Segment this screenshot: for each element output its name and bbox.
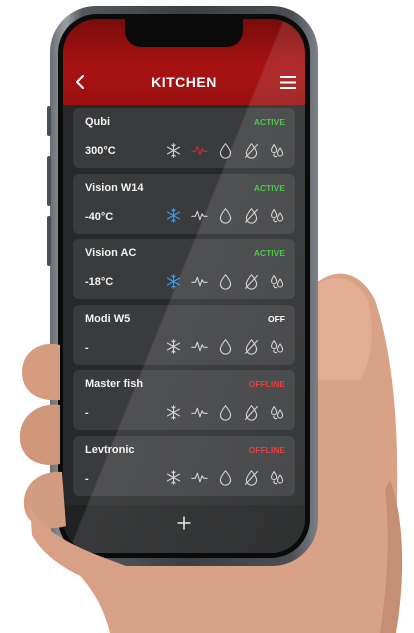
device-name: Levtronic xyxy=(85,443,135,456)
drop-off-icon[interactable] xyxy=(241,402,261,422)
device-list: Qubi ACTIVE 300°C Vision W14 ACTIVE -40°… xyxy=(73,108,295,501)
dry-icon[interactable] xyxy=(267,337,287,357)
volume-up-button xyxy=(47,156,51,206)
device-card-3[interactable]: Modi W5 OFF - xyxy=(73,304,295,365)
mute-switch xyxy=(47,106,51,136)
device-mode-icons xyxy=(163,468,293,488)
dry-icon[interactable] xyxy=(267,140,287,160)
drop-off-icon[interactable] xyxy=(241,468,261,488)
device-mode-icons xyxy=(163,140,293,160)
device-mode-icons xyxy=(163,271,293,291)
add-device-button[interactable] xyxy=(174,513,194,533)
device-status: OFFLINE xyxy=(248,379,285,389)
phone-frame: KITCHEN Qubi ACTIVE 300°C Vision W14 ACT… xyxy=(47,6,318,566)
device-temperature: -40°C xyxy=(85,210,114,223)
wave-icon[interactable] xyxy=(189,337,209,357)
device-status: OFFLINE xyxy=(248,444,285,455)
device-status: ACTIVE xyxy=(253,182,285,193)
wave-icon[interactable] xyxy=(189,271,209,291)
device-card-1[interactable]: Vision W14 ACTIVE -40°C xyxy=(73,173,295,234)
drop-off-icon[interactable] xyxy=(241,140,261,160)
device-temperature: - xyxy=(85,472,89,485)
drop-icon[interactable] xyxy=(215,271,235,291)
wave-icon[interactable] xyxy=(189,140,209,160)
device-status: ACTIVE xyxy=(253,117,285,127)
device-mode-icons xyxy=(163,337,293,357)
snowflake-icon[interactable] xyxy=(163,468,183,488)
device-name: Vision AC xyxy=(85,247,137,259)
snowflake-icon[interactable] xyxy=(163,206,183,226)
device-card-5[interactable]: Levtronic OFFLINE - xyxy=(73,435,295,496)
dry-icon[interactable] xyxy=(267,271,287,291)
drop-icon[interactable] xyxy=(215,402,235,422)
dry-icon[interactable] xyxy=(267,402,287,422)
device-name: Master fish xyxy=(85,378,144,390)
app-screen: KITCHEN Qubi ACTIVE 300°C Vision W14 ACT… xyxy=(63,19,305,553)
plus-icon xyxy=(177,516,191,530)
wave-icon[interactable] xyxy=(189,402,209,422)
dry-icon[interactable] xyxy=(267,468,287,488)
drop-icon[interactable] xyxy=(215,206,235,226)
hamburger-menu-icon xyxy=(280,75,296,89)
drop-off-icon[interactable] xyxy=(241,271,261,291)
menu-button[interactable] xyxy=(277,71,299,93)
snowflake-icon[interactable] xyxy=(163,271,183,291)
dry-icon[interactable] xyxy=(267,206,287,226)
device-temperature: -18°C xyxy=(85,276,114,288)
device-card-2[interactable]: Vision AC ACTIVE -18°C xyxy=(73,239,295,299)
app-header: KITCHEN xyxy=(63,19,305,105)
snowflake-icon[interactable] xyxy=(163,402,183,422)
bottom-bar xyxy=(63,505,305,553)
device-temperature: 300°C xyxy=(85,145,116,157)
snowflake-icon[interactable] xyxy=(163,140,183,160)
device-temperature: - xyxy=(85,407,89,419)
device-mode-icons xyxy=(163,402,293,422)
drop-off-icon[interactable] xyxy=(241,206,261,226)
phone-notch xyxy=(125,19,243,47)
device-temperature: - xyxy=(85,341,89,354)
drop-icon[interactable] xyxy=(215,468,235,488)
device-mode-icons xyxy=(163,206,293,226)
drop-off-icon[interactable] xyxy=(241,337,261,357)
wave-icon[interactable] xyxy=(189,206,209,226)
volume-down-button xyxy=(47,216,51,266)
device-name: Modi W5 xyxy=(85,312,131,325)
snowflake-icon[interactable] xyxy=(163,337,183,357)
device-card-0[interactable]: Qubi ACTIVE 300°C xyxy=(73,108,295,168)
page-title: KITCHEN xyxy=(151,74,217,90)
device-card-4[interactable]: Master fish OFFLINE - xyxy=(73,370,295,430)
device-name: Vision W14 xyxy=(85,181,144,194)
drop-icon[interactable] xyxy=(215,337,235,357)
device-status: ACTIVE xyxy=(253,248,285,258)
wave-icon[interactable] xyxy=(189,468,209,488)
device-status: OFF xyxy=(268,313,285,324)
device-name: Qubi xyxy=(85,116,111,128)
drop-icon[interactable] xyxy=(215,140,235,160)
